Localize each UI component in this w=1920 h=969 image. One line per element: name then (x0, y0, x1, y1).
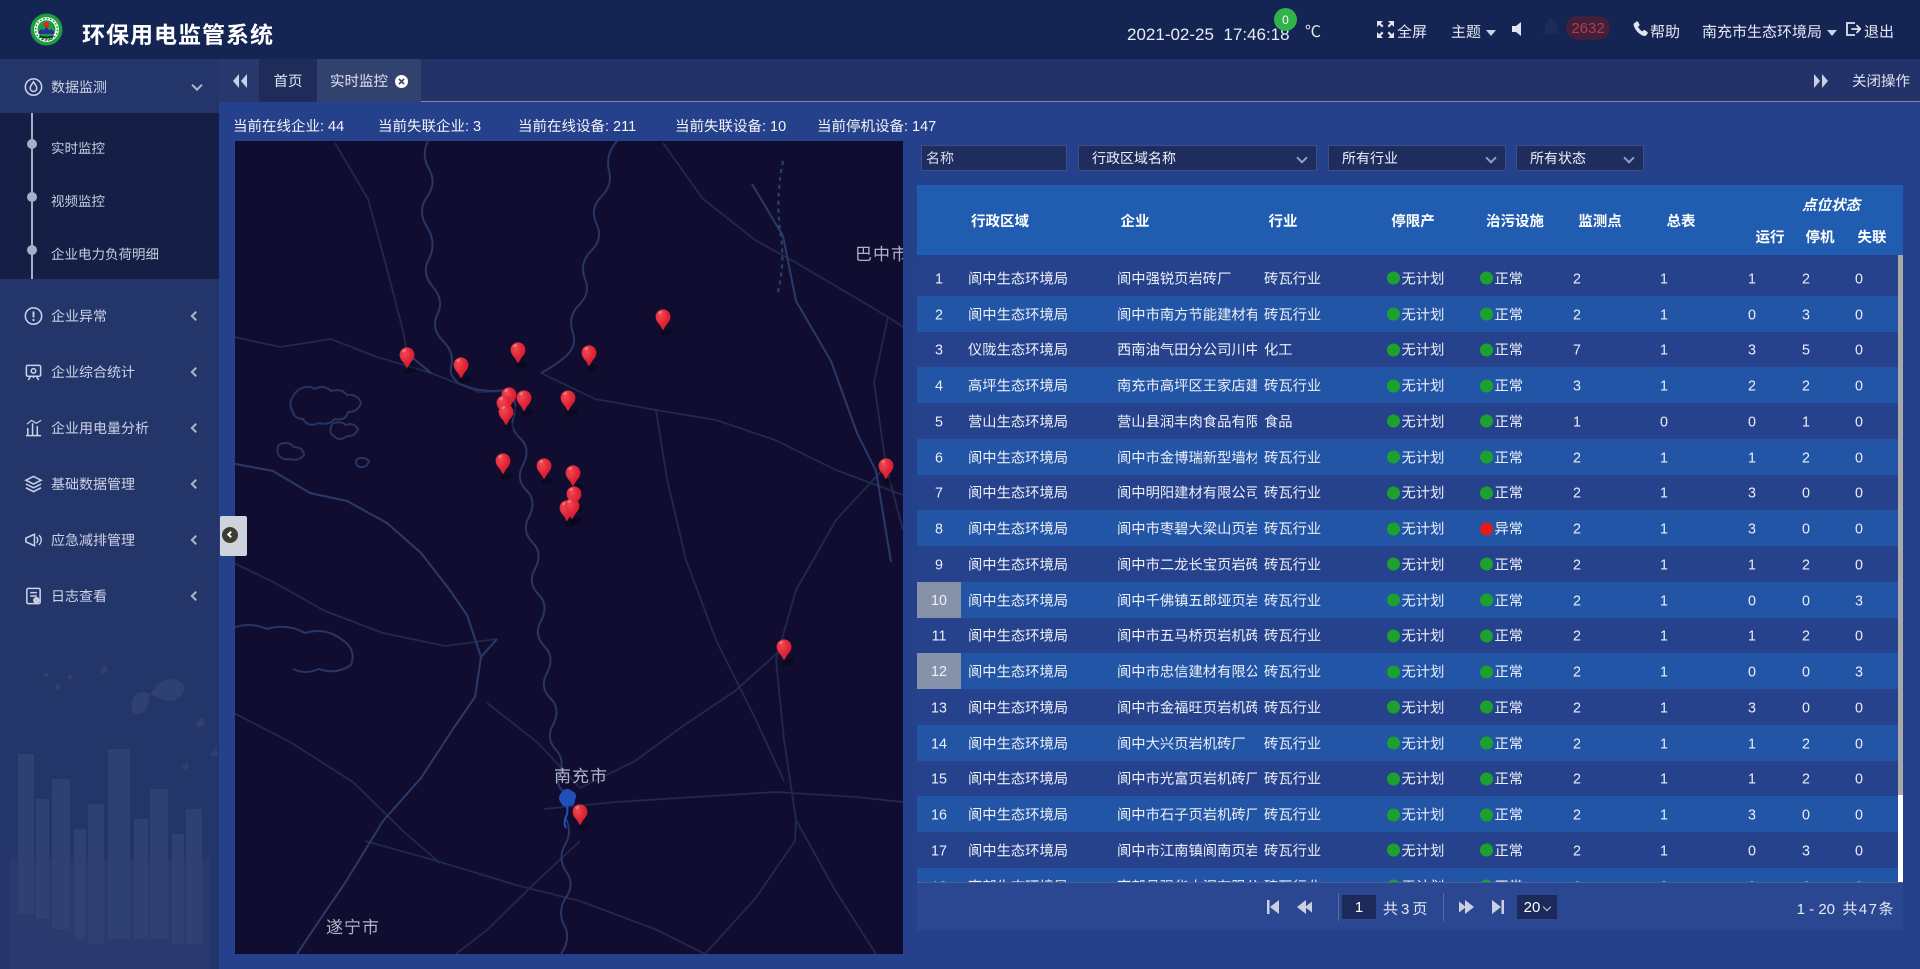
svg-text:遂宁市: 遂宁市 (326, 913, 380, 938)
svg-text:巴中市: 巴中市 (855, 240, 903, 265)
svg-text:南充市: 南充市 (554, 762, 608, 787)
